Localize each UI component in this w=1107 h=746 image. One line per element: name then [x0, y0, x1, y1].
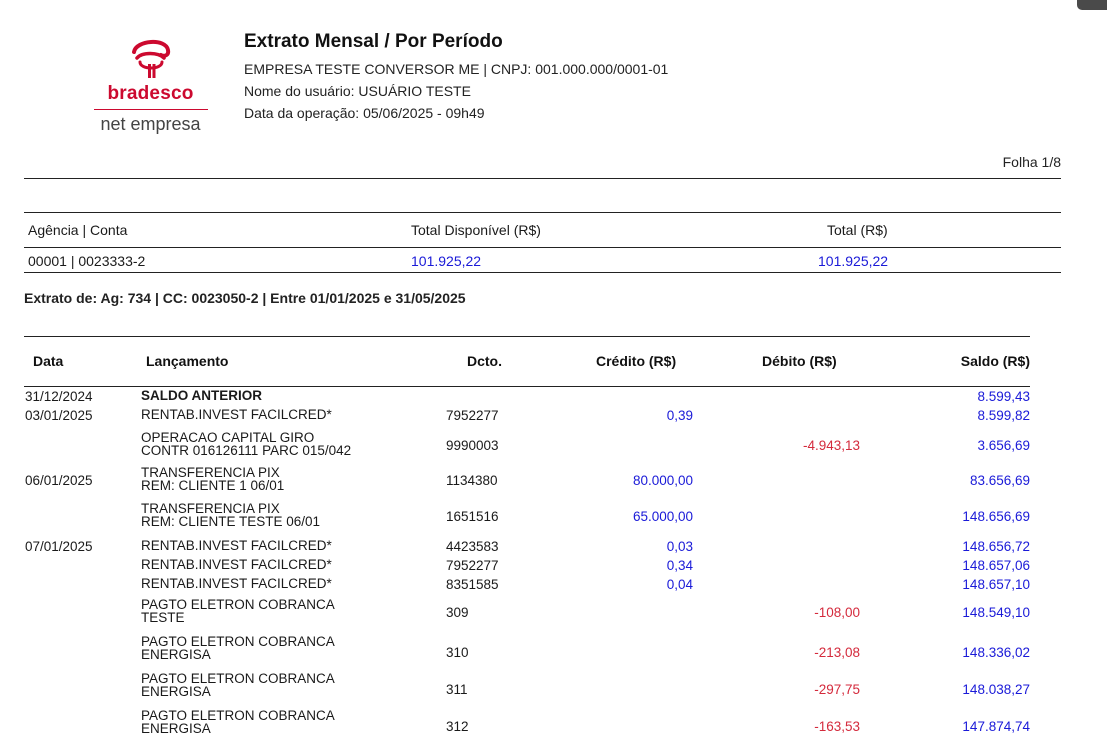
row-credit: 65.000,00	[632, 509, 693, 524]
total-value: 101.925,22	[818, 253, 889, 269]
user-line: Nome do usuário: USUÁRIO TESTE	[244, 83, 471, 99]
company-line: EMPRESA TESTE CONVERSOR ME | CNPJ: 001.0…	[244, 61, 669, 77]
bradesco-logo: bradesco net empresa	[88, 36, 213, 135]
row-balance: 148.657,10	[962, 577, 1030, 592]
row-debit: -163,53	[814, 719, 860, 734]
statement-header: Extrato Mensal / Por Período EMPRESA TES…	[244, 31, 668, 124]
row-balance: 148.549,10	[962, 605, 1030, 620]
account-table-top-rule	[24, 212, 1061, 213]
operation-date-line: Data da operação: 05/06/2025 - 09h49	[244, 105, 485, 121]
row-debit: -4.943,13	[802, 438, 860, 453]
row-document: 309	[446, 605, 469, 620]
row-document: 312	[446, 719, 469, 734]
account-summary-value-row: 00001 | 0023333-2 101.925,22 101.925,22	[24, 250, 1061, 272]
table-row: 31/12/2024 SALDO ANTERIOR 8.599,43	[24, 388, 1030, 404]
row-document: 9990003	[446, 438, 499, 453]
agency-account-value: 00001 | 0023333-2	[28, 253, 146, 269]
statement-title: Extrato Mensal / Por Período	[244, 31, 503, 52]
row-balance: 148.656,72	[962, 539, 1030, 554]
row-balance: 148.038,27	[962, 682, 1030, 697]
row-description: TRANSFERENCIA PIX REM: CLIENTE 1 06/01	[141, 465, 285, 493]
row-balance: 148.336,02	[962, 645, 1030, 660]
row-description: OPERACAO CAPITAL GIRO CONTR 016126111 PA…	[141, 430, 352, 458]
row-description: PAGTO ELETRON COBRANCA TESTE	[141, 597, 335, 625]
date-column-header: Data	[33, 353, 64, 369]
credit-column-header: Crédito (R$)	[596, 353, 677, 369]
debit-column-header: Débito (R$)	[762, 353, 837, 369]
row-balance: 148.656,69	[962, 509, 1030, 524]
row-credit: 0,34	[666, 558, 693, 573]
row-document: 7952277	[446, 558, 499, 573]
header-divider	[24, 178, 1061, 179]
description-column-header: Lançamento	[146, 353, 229, 369]
available-total-header: Total Disponível (R$)	[411, 222, 541, 238]
available-total-value: 101.925,22	[411, 253, 482, 269]
row-description: RENTAB.INVEST FACILCRED*	[141, 538, 332, 553]
row-credit: 0,04	[666, 577, 693, 592]
balance-column-header: Saldo (R$)	[960, 353, 1030, 369]
row-credit: 0,03	[666, 539, 693, 554]
row-description: RENTAB.INVEST FACILCRED*	[141, 576, 332, 591]
statement-period: Extrato de: Ag: 734 | CC: 0023050-2 | En…	[24, 290, 466, 306]
row-document: 1651516	[446, 509, 499, 524]
row-balance: 148.657,06	[962, 558, 1030, 573]
row-debit: -297,75	[814, 682, 860, 697]
row-description: SALDO ANTERIOR	[141, 388, 262, 403]
row-document: 1134380	[446, 473, 498, 488]
row-document: 310	[446, 645, 469, 660]
account-summary-header-row: Agência | Conta Total Disponível (R$) To…	[24, 219, 1061, 241]
row-credit: 0,39	[666, 408, 693, 423]
row-debit: -108,00	[814, 605, 860, 620]
row-balance: 3.656,69	[977, 438, 1030, 453]
row-description: PAGTO ELETRON COBRANCA ENERGISA	[141, 708, 335, 736]
transactions-top-rule	[24, 336, 1030, 337]
account-table-bottom-rule	[24, 272, 1061, 273]
row-document: 8351585	[446, 577, 499, 592]
row-balance: 147.874,74	[962, 719, 1030, 734]
row-date: 07/01/2025	[25, 539, 93, 554]
logo-brand-text: bradesco	[107, 83, 194, 104]
total-header: Total (R$)	[827, 222, 888, 238]
account-table-mid-rule	[24, 247, 1061, 248]
row-document: 311	[446, 682, 468, 697]
bradesco-tree-icon	[131, 40, 170, 78]
row-credit: 80.000,00	[632, 473, 693, 488]
row-date: 03/01/2025	[25, 408, 93, 423]
row-date: 06/01/2025	[25, 473, 93, 488]
row-debit: -213,08	[814, 645, 860, 660]
row-document: 4423583	[446, 539, 499, 554]
agency-account-header: Agência | Conta	[28, 222, 128, 238]
row-description: PAGTO ELETRON COBRANCA ENERGISA	[141, 671, 335, 699]
document-column-header: Dcto.	[467, 353, 502, 369]
row-balance: 8.599,43	[977, 389, 1030, 404]
row-description: PAGTO ELETRON COBRANCA ENERGISA	[141, 634, 335, 662]
window-corner-tab	[1077, 0, 1107, 10]
row-description: RENTAB.INVEST FACILCRED*	[141, 407, 332, 422]
row-balance: 8.599,82	[977, 408, 1030, 423]
row-description: TRANSFERENCIA PIX REM: CLIENTE TESTE 06/…	[141, 501, 321, 529]
row-balance: 83.656,69	[969, 473, 1030, 488]
page-counter: Folha 1/8	[1002, 154, 1061, 170]
transactions-header-rule	[24, 386, 1030, 387]
row-description: RENTAB.INVEST FACILCRED*	[141, 557, 332, 572]
row-date: 31/12/2024	[25, 389, 93, 404]
row-document: 7952277	[446, 408, 499, 423]
logo-subtitle: net empresa	[100, 114, 201, 134]
logo-divider	[93, 109, 208, 110]
transactions-header-row: Data Lançamento Dcto. Crédito (R$) Débit…	[24, 338, 1030, 386]
